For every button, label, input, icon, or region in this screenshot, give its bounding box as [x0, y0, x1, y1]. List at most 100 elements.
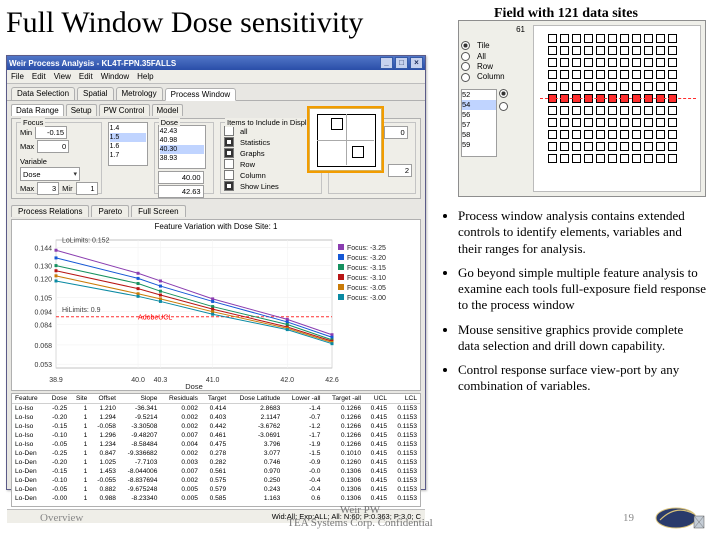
- table-row[interactable]: Lo-Iso-0.151-0.058-3.305080.0020.442-3.6…: [12, 422, 420, 431]
- list-item[interactable]: 1.6: [110, 142, 146, 151]
- menubar[interactable]: File Edit View Edit Window Help: [7, 70, 425, 84]
- table-row[interactable]: Lo-Den-0.1511.453-8.0440060.0070.5610.97…: [12, 467, 420, 476]
- site-cell[interactable]: [608, 58, 617, 67]
- site-cell[interactable]: [560, 118, 569, 127]
- menu-item[interactable]: File: [11, 72, 24, 81]
- site-cell[interactable]: [656, 46, 665, 55]
- two-site-field[interactable]: [308, 107, 383, 172]
- col-header[interactable]: Lower -all: [283, 394, 323, 404]
- site-cell[interactable]: [560, 142, 569, 151]
- chk-all[interactable]: [224, 126, 237, 136]
- mir-input[interactable]: 1: [76, 182, 98, 195]
- site-cell[interactable]: [656, 142, 665, 151]
- site-cell[interactable]: [596, 58, 605, 67]
- table-row[interactable]: Lo-Iso-0.2011.294-9.52140.0020.4032.1147…: [12, 413, 420, 422]
- col-header[interactable]: LCL: [390, 394, 420, 404]
- site-cell[interactable]: [584, 58, 593, 67]
- site-cell[interactable]: [632, 70, 641, 79]
- site-cell[interactable]: [632, 58, 641, 67]
- site-cell[interactable]: [608, 106, 617, 115]
- site-cell[interactable]: [668, 118, 677, 127]
- site-cell[interactable]: [596, 34, 605, 43]
- chk-row[interactable]: [224, 159, 237, 169]
- focus-max-input[interactable]: 0: [37, 140, 69, 153]
- site-cell[interactable]: [644, 118, 653, 127]
- site-cell[interactable]: [668, 34, 677, 43]
- site-grid[interactable]: [533, 25, 701, 192]
- site-cell[interactable]: [644, 58, 653, 67]
- site-cell[interactable]: [560, 82, 569, 91]
- site-cell[interactable]: [632, 154, 641, 163]
- site-cell[interactable]: [668, 106, 677, 115]
- subtab-data-range[interactable]: Data Range: [11, 104, 64, 116]
- site-cell[interactable]: [596, 118, 605, 127]
- list-item[interactable]: 42.43: [160, 127, 204, 136]
- site-cell[interactable]: [584, 34, 593, 43]
- site-marker[interactable]: [352, 146, 364, 158]
- list-item[interactable]: 1.5: [110, 133, 146, 142]
- site-cell[interactable]: [668, 82, 677, 91]
- list-item[interactable]: 1.7: [110, 151, 146, 160]
- site-cell[interactable]: [620, 70, 629, 79]
- site-cell[interactable]: [560, 34, 569, 43]
- subtab-pw-control[interactable]: PW Control: [99, 104, 150, 116]
- site-cell[interactable]: [656, 82, 665, 91]
- site-cell[interactable]: [668, 130, 677, 139]
- site-cell[interactable]: [596, 46, 605, 55]
- site-cell[interactable]: [596, 154, 605, 163]
- site-cell[interactable]: [572, 142, 581, 151]
- site-cell[interactable]: [548, 142, 557, 151]
- site-cell[interactable]: [560, 154, 569, 163]
- site-cell[interactable]: [608, 130, 617, 139]
- menu-item[interactable]: Edit: [79, 72, 93, 81]
- radio-tile[interactable]: [461, 41, 473, 50]
- chk-column[interactable]: [224, 170, 237, 180]
- site-cell[interactable]: [644, 82, 653, 91]
- site-cell[interactable]: [620, 46, 629, 55]
- table-row[interactable]: Lo-Iso-0.0511.234-8.584840.0040.4753.796…: [12, 440, 420, 449]
- site-cell[interactable]: [668, 46, 677, 55]
- cell-count[interactable]: 2: [388, 164, 412, 177]
- site-cell[interactable]: [572, 118, 581, 127]
- list-item[interactable]: 56: [462, 110, 496, 120]
- site-cell[interactable]: [596, 82, 605, 91]
- site-cell[interactable]: [644, 142, 653, 151]
- site-cell[interactable]: [644, 130, 653, 139]
- site-cell[interactable]: [656, 70, 665, 79]
- site-cell[interactable]: [632, 142, 641, 151]
- chk-statistics[interactable]: [224, 137, 237, 147]
- site-cell[interactable]: [656, 118, 665, 127]
- site-cell[interactable]: [608, 82, 617, 91]
- col-header[interactable]: Target -all: [323, 394, 364, 404]
- col-header[interactable]: Dose: [45, 394, 70, 404]
- table-row[interactable]: Lo-Iso-0.1011.296-9.482070.0070.461-3.06…: [12, 431, 420, 440]
- site-cell[interactable]: [620, 118, 629, 127]
- site-cell[interactable]: [632, 46, 641, 55]
- menu-item[interactable]: View: [54, 72, 71, 81]
- site-cell[interactable]: [548, 70, 557, 79]
- site-cell[interactable]: [548, 34, 557, 43]
- site-cell[interactable]: [548, 82, 557, 91]
- site-cell[interactable]: [632, 82, 641, 91]
- tab-metrology[interactable]: Metrology: [116, 87, 163, 100]
- dose-list[interactable]: 42.43 40.98 40.30 38.93: [158, 125, 206, 169]
- dose-min-input[interactable]: 40.00: [158, 171, 204, 184]
- site-list[interactable]: 52 54 56 57 58 59: [461, 89, 497, 157]
- site-cell[interactable]: [560, 70, 569, 79]
- table-row[interactable]: Lo-Den-0.0510.882-9.6752480.0050.5790.24…: [12, 485, 420, 494]
- site-cell[interactable]: [584, 154, 593, 163]
- list-item[interactable]: 38.93: [160, 154, 204, 163]
- site-cell[interactable]: [644, 70, 653, 79]
- chart-area[interactable]: Feature Variation with Dose Site: 1 0.14…: [11, 219, 421, 391]
- site-cell[interactable]: [548, 106, 557, 115]
- table-row[interactable]: Lo-Den-0.101-0.055-8.8376940.0020.5750.2…: [12, 476, 420, 485]
- site-cell[interactable]: [620, 34, 629, 43]
- table-row[interactable]: Lo-Den-0.2011.025-7.71030.0030.2820.746-…: [12, 458, 420, 467]
- site-cell[interactable]: [632, 130, 641, 139]
- list-item[interactable]: 52: [462, 90, 496, 100]
- site-cell[interactable]: [608, 46, 617, 55]
- site-cell[interactable]: [584, 46, 593, 55]
- site-cell[interactable]: [608, 118, 617, 127]
- list-item[interactable]: 59: [462, 140, 496, 150]
- site-cell[interactable]: [560, 58, 569, 67]
